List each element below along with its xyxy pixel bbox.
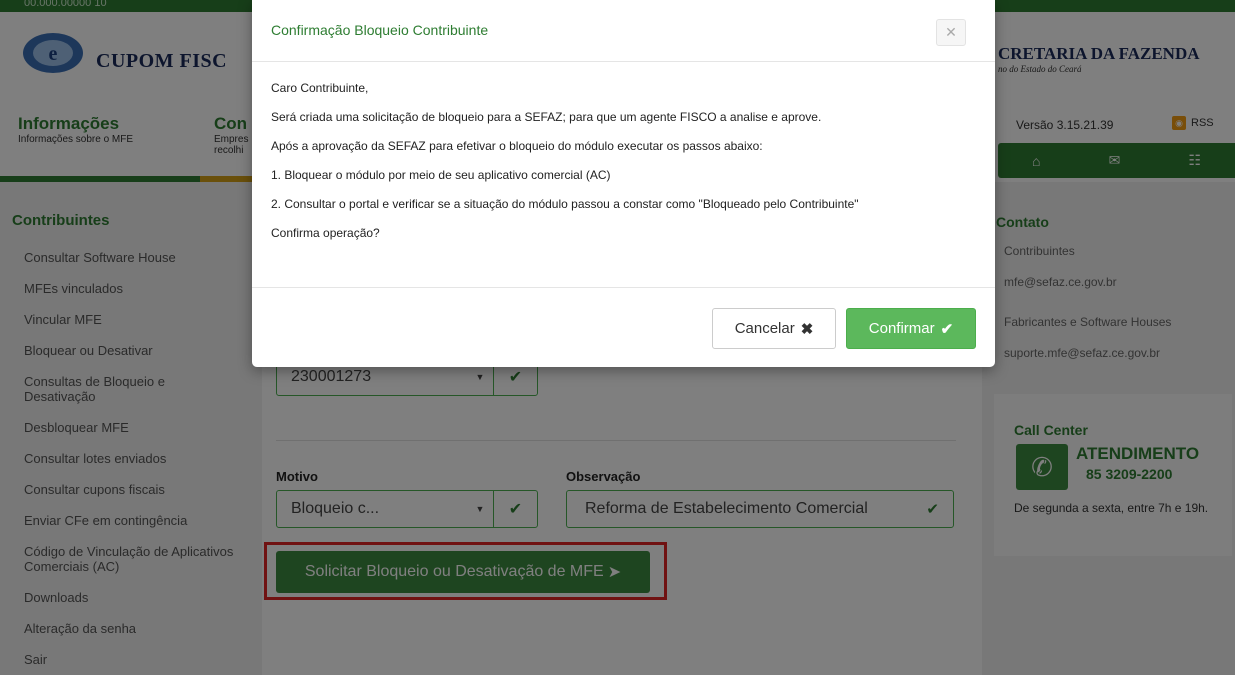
modal-body: Caro Contribuinte, Será criada uma solic… xyxy=(271,80,859,254)
modal-line-aprovacao: Após a aprovação da SEFAZ para efetivar … xyxy=(271,139,763,153)
modal-line-confirma: Confirma operação? xyxy=(271,226,380,240)
cancel-label: Cancelar xyxy=(734,320,795,337)
modal-title: Confirmação Bloqueio Contribuinte xyxy=(271,22,489,38)
modal-line-solicitacao: Será criada uma solicitação de bloqueio … xyxy=(271,110,822,124)
confirm-label: Confirmar xyxy=(868,320,935,337)
confirm-modal: Confirmação Bloqueio Contribuinte ✕ Caro… xyxy=(252,0,995,367)
close-button[interactable]: ✕ xyxy=(936,19,966,46)
modal-line-step-2: 2. Consultar o portal e verificar se a s… xyxy=(271,197,859,211)
modal-line-greeting: Caro Contribuinte, xyxy=(271,81,369,95)
close-icon: ✕ xyxy=(945,24,957,40)
confirm-button[interactable]: Confirmar ✔ xyxy=(846,308,976,349)
check-icon: ✔ xyxy=(940,320,954,338)
cancel-button[interactable]: Cancelar ✖ xyxy=(712,308,836,349)
x-icon: ✖ xyxy=(800,320,814,338)
modal-line-step-1: 1. Bloquear o módulo por meio de seu apl… xyxy=(271,168,611,182)
modal-header: Confirmação Bloqueio Contribuinte ✕ xyxy=(252,0,995,62)
modal-footer: Cancelar ✖ Confirmar ✔ xyxy=(252,287,995,367)
